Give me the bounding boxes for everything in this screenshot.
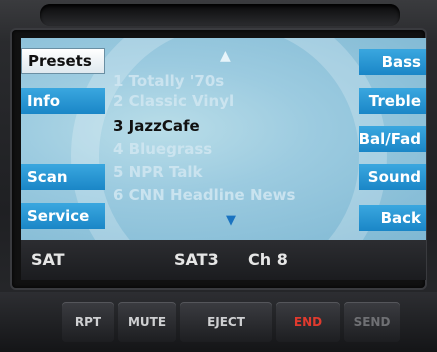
end-label: END <box>293 315 323 329</box>
rpt-label: RPT <box>74 315 102 329</box>
scan-label: Scan <box>27 168 68 186</box>
send-label: SEND <box>353 315 391 329</box>
eject-button[interactable]: EJECT <box>180 302 272 342</box>
sound-button[interactable]: Sound <box>359 164 426 190</box>
info-label: Info <box>27 92 61 110</box>
back-label: Back <box>380 209 421 227</box>
treble-button[interactable]: Treble <box>359 88 426 114</box>
balance-fader-button[interactable]: Bal/Fad <box>359 126 426 152</box>
list-item[interactable]: 5 NPR Talk <box>113 163 203 181</box>
list-item[interactable]: 2 Classic Vinyl <box>113 92 234 110</box>
list-item-selected[interactable]: 3 JazzCafe <box>113 117 200 135</box>
scroll-up-icon[interactable]: ▲ <box>220 48 231 64</box>
treble-label: Treble <box>368 92 421 110</box>
source-label: SAT <box>31 250 65 269</box>
scroll-down-icon[interactable]: ▼ <box>226 213 236 228</box>
band-label: SAT3 <box>174 250 219 269</box>
scan-button[interactable]: Scan <box>21 164 105 190</box>
sound-label: Sound <box>367 168 421 186</box>
service-label: Service <box>27 207 90 225</box>
mute-button[interactable]: MUTE <box>118 302 176 342</box>
list-item[interactable]: 1 Totally '70s <box>113 72 224 90</box>
presets-label: Presets <box>28 52 92 70</box>
disc-slot <box>40 4 400 26</box>
service-button[interactable]: Service <box>21 203 105 229</box>
status-bar: SAT SAT3 Ch 8 <box>21 240 426 280</box>
rpt-button[interactable]: RPT <box>62 302 114 342</box>
display-screen: Presets Info Scan Service Bass Treble Ba… <box>21 38 426 240</box>
presets-button[interactable]: Presets <box>21 48 105 74</box>
send-call-button[interactable]: SEND <box>344 302 400 342</box>
bass-button[interactable]: Bass <box>359 49 426 75</box>
list-item[interactable]: 4 Bluegrass <box>113 140 212 158</box>
info-button[interactable]: Info <box>21 88 105 114</box>
back-button[interactable]: Back <box>359 205 426 231</box>
eject-label: EJECT <box>207 315 245 329</box>
end-call-button[interactable]: END <box>276 302 340 342</box>
channel-number-label: Ch 8 <box>248 250 288 269</box>
mute-label: MUTE <box>127 315 167 329</box>
background-swoosh <box>71 38 387 240</box>
balance-fader-label: Bal/Fad <box>358 130 421 148</box>
bass-label: Bass <box>381 53 421 71</box>
list-item[interactable]: 6 CNN Headline News <box>113 186 295 204</box>
